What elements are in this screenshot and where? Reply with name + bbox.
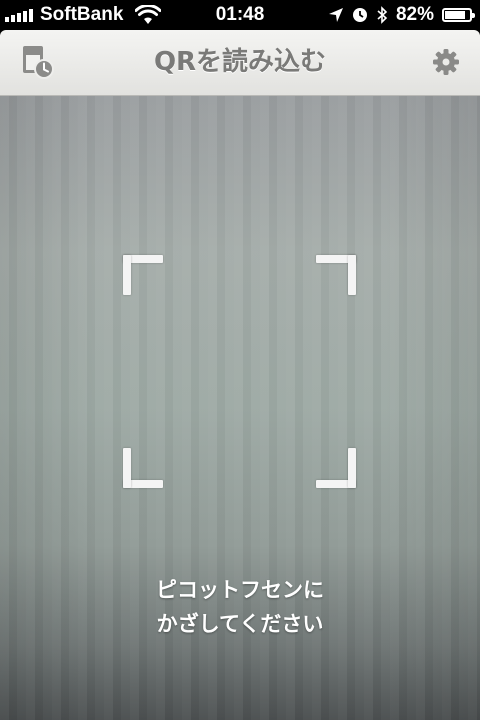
gear-icon (433, 49, 459, 75)
status-bar: SoftBank 01:48 82% (0, 0, 480, 30)
scan-frame-corner-bottom-left (123, 448, 163, 488)
settings-button[interactable] (432, 48, 460, 76)
alarm-clock-icon (352, 8, 367, 22)
battery-icon (442, 8, 475, 22)
scan-frame-corner-top-right (316, 255, 356, 295)
battery-percent: 82% (395, 4, 434, 25)
scan-instruction: ピコットフセンに かざしてください (0, 573, 480, 641)
location-arrow-icon (328, 8, 343, 22)
history-button[interactable] (20, 44, 56, 80)
bluetooth-icon (377, 6, 388, 24)
history-icon (23, 46, 54, 79)
status-right: 82% (320, 0, 475, 30)
instruction-line-1: ピコットフセンに (156, 578, 324, 602)
battery-fill (445, 11, 465, 19)
scan-frame-corner-top-left (123, 255, 163, 295)
scan-frame-corner-bottom-right (316, 448, 356, 488)
instruction-line-2: かざしてください (156, 612, 324, 636)
qr-scanner-screen: SoftBank 01:48 82% QRを読み込む ピコットフセンに かざして… (0, 0, 480, 720)
navigation-bar: QRを読み込む (0, 30, 480, 96)
page-title: QRを読み込む (153, 47, 327, 77)
